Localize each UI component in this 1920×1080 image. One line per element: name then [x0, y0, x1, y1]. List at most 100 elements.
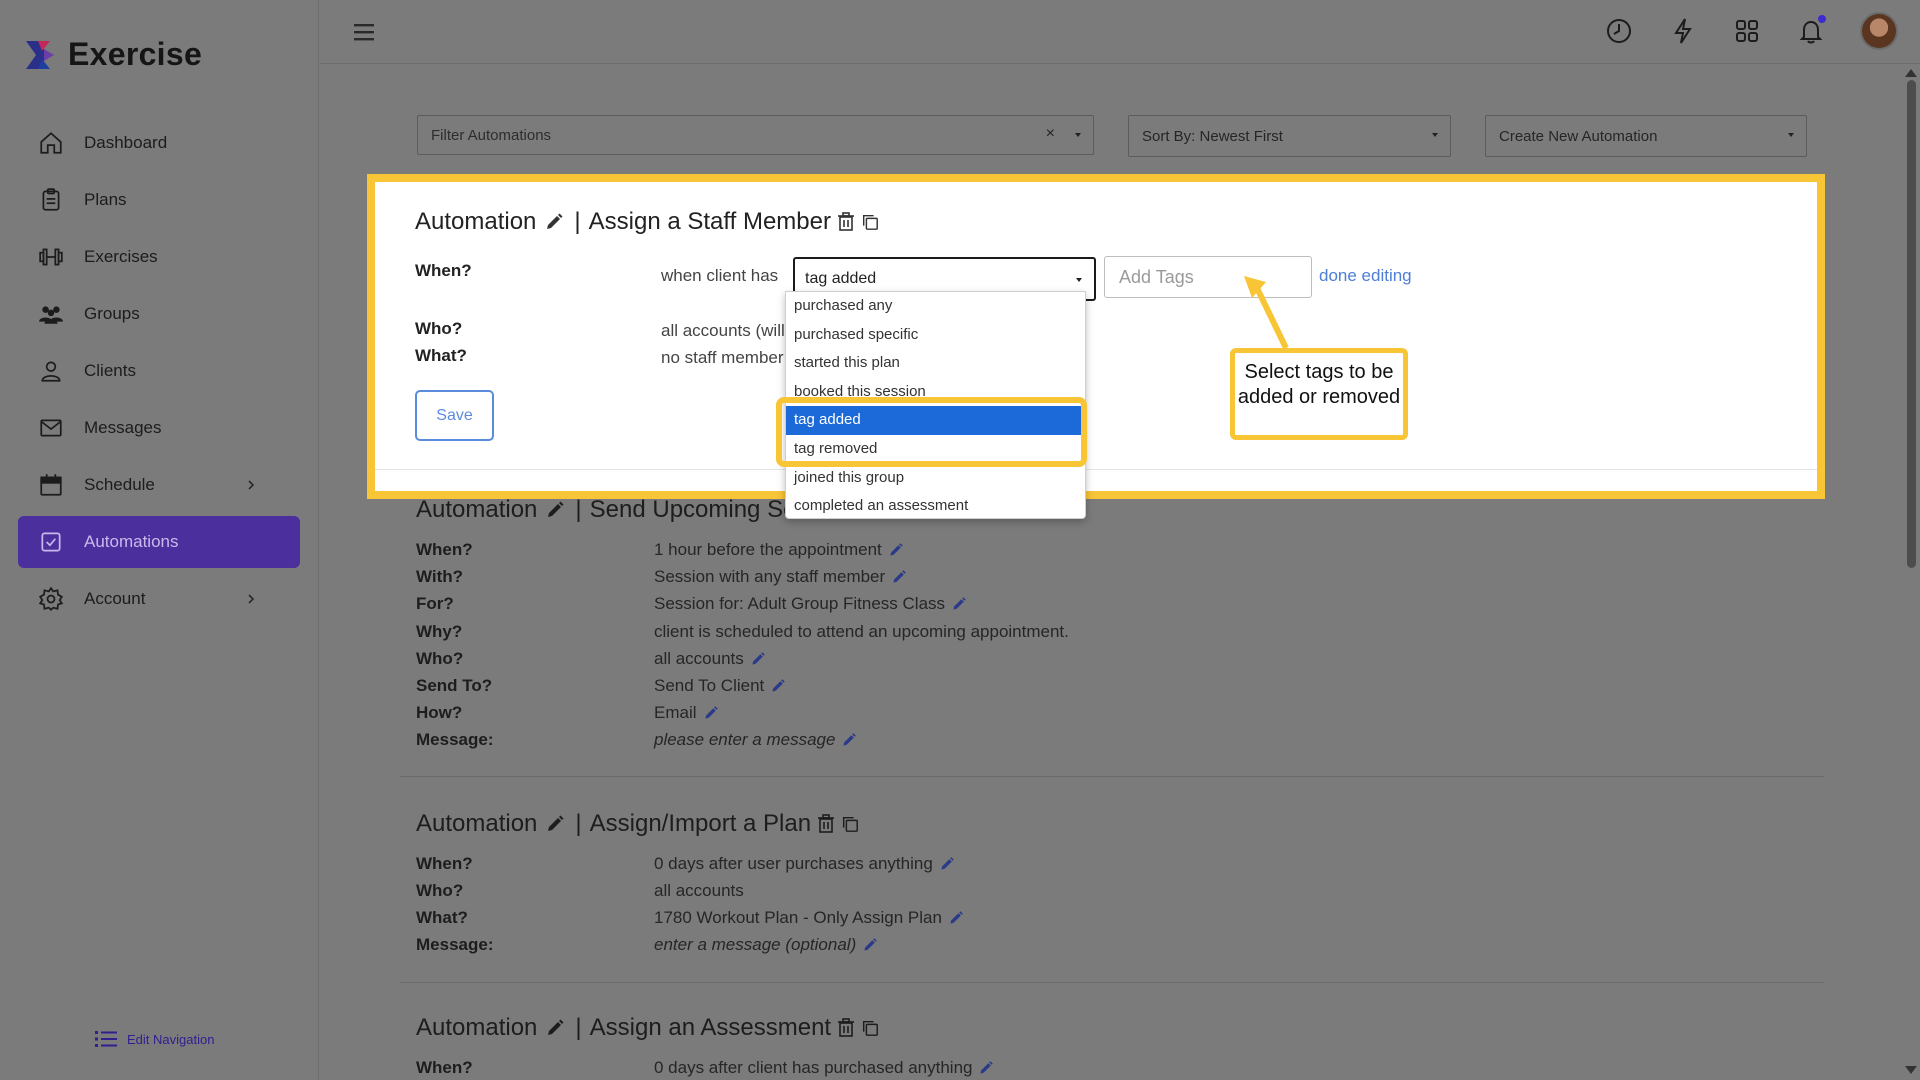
app-logo[interactable]: Exercise — [24, 36, 202, 73]
trash-icon[interactable] — [817, 814, 835, 834]
automation-row: Who?all accounts — [416, 881, 744, 901]
notifications-button[interactable] — [1796, 16, 1826, 46]
filter-clear-icon[interactable]: × — [1046, 125, 1055, 143]
row-label: When? — [416, 540, 654, 560]
chevron-down-icon — [1788, 133, 1794, 137]
automation-prefix: Automation — [416, 810, 537, 838]
title-separator: | — [575, 1014, 581, 1042]
trigger-option[interactable]: completed an assessment — [786, 492, 1085, 519]
trigger-option[interactable]: joined this group — [786, 464, 1085, 493]
apps-grid-icon[interactable] — [1732, 16, 1762, 46]
row-value-text: client is scheduled to attend an upcomin… — [654, 622, 1069, 642]
pencil-icon[interactable] — [862, 937, 878, 953]
automation-row: For?Session for: Adult Group Fitness Cla… — [416, 594, 967, 614]
row-value-text: 1 hour before the appointment — [654, 540, 882, 560]
list-icon — [95, 1030, 117, 1048]
row-label: Send To? — [416, 676, 654, 696]
copy-icon[interactable] — [861, 212, 879, 232]
pencil-icon[interactable] — [948, 910, 964, 926]
row-value-text: enter a message (optional) — [654, 935, 856, 955]
automation-prefix: Automation — [416, 496, 537, 524]
pencil-icon[interactable] — [939, 856, 955, 872]
automation-title: Automation | Assign a Staff Member — [415, 208, 879, 236]
sidebar-item-clients[interactable]: Clients — [18, 345, 300, 397]
save-button[interactable]: Save — [415, 390, 494, 441]
trash-icon[interactable] — [837, 1018, 855, 1038]
pencil-icon[interactable] — [888, 542, 904, 558]
automation-row: With?Session with any staff member — [416, 567, 907, 587]
app-name: Exercise — [68, 36, 202, 73]
scroll-up-arrow[interactable] — [1905, 69, 1917, 77]
edit-navigation-link[interactable]: Edit Navigation — [95, 1030, 214, 1048]
groups-icon — [38, 301, 64, 327]
scroll-down-arrow[interactable] — [1905, 1066, 1917, 1074]
sidebar-item-dashboard[interactable]: Dashboard — [18, 117, 300, 169]
automation-row: How?Email — [416, 703, 719, 723]
automation-row: Message:enter a message (optional) — [416, 935, 878, 955]
chevron-down-icon — [1075, 133, 1081, 137]
clock-icon[interactable] — [1604, 16, 1634, 46]
user-avatar[interactable] — [1860, 12, 1898, 50]
row-label: Who? — [416, 649, 654, 669]
row-value-text: please enter a message — [654, 730, 835, 750]
copy-icon[interactable] — [841, 814, 859, 834]
pencil-icon[interactable] — [978, 1060, 994, 1076]
pencil-icon[interactable] — [545, 814, 565, 834]
row-label: For? — [416, 594, 654, 614]
sidebar-item-exercises[interactable]: Exercises — [18, 231, 300, 283]
row-label: How? — [416, 703, 654, 723]
automation-row: Who?all accounts — [416, 649, 766, 669]
what-value: no staff member — [661, 348, 791, 368]
done-editing-link[interactable]: done editing — [1319, 266, 1412, 286]
chevron-right-icon — [244, 475, 258, 495]
callout-tooltip: Select tags to be added or removed — [1230, 348, 1408, 440]
filter-automations-input[interactable]: Filter Automations × — [417, 115, 1094, 155]
pencil-icon[interactable] — [544, 212, 564, 232]
pencil-icon[interactable] — [703, 705, 719, 721]
top-bar — [320, 0, 1920, 64]
dumbbell-icon — [38, 244, 64, 270]
sidebar-item-account[interactable]: Account — [18, 573, 300, 625]
pencil-icon[interactable] — [545, 500, 565, 520]
pencil-icon[interactable] — [750, 651, 766, 667]
logo-icon — [24, 37, 56, 73]
row-label: Message: — [416, 935, 654, 955]
user-icon — [38, 358, 64, 384]
row-value: Session for: Adult Group Fitness Class — [654, 594, 967, 614]
row-value: client is scheduled to attend an upcomin… — [654, 622, 1069, 642]
row-label: Message: — [416, 730, 654, 750]
pencil-icon[interactable] — [891, 569, 907, 585]
row-label: With? — [416, 567, 654, 587]
lightning-icon[interactable] — [1668, 16, 1698, 46]
sort-select[interactable]: Sort By: Newest First — [1128, 115, 1451, 157]
checkbox-icon — [38, 529, 64, 555]
pencil-icon[interactable] — [770, 678, 786, 694]
create-automation-label: Create New Automation — [1499, 128, 1657, 145]
sidebar-item-automations[interactable]: Automations — [18, 516, 300, 568]
trigger-option[interactable]: purchased any — [786, 292, 1085, 321]
row-value-text: Email — [654, 703, 697, 723]
row-value-text: all accounts — [654, 881, 744, 901]
pencil-icon[interactable] — [841, 732, 857, 748]
pencil-icon[interactable] — [951, 596, 967, 612]
sidebar-item-plans[interactable]: Plans — [18, 174, 300, 226]
automation-row: What?1780 Workout Plan - Only Assign Pla… — [416, 908, 964, 928]
filter-placeholder: Filter Automations — [431, 127, 551, 144]
sidebar-item-messages[interactable]: Messages — [18, 402, 300, 454]
card-divider — [400, 982, 1824, 983]
scrollbar-thumb[interactable] — [1907, 80, 1916, 568]
row-value: 0 days after client has purchased anythi… — [654, 1058, 994, 1078]
sidebar-item-schedule[interactable]: Schedule — [18, 459, 300, 511]
chevron-down-icon — [1076, 278, 1082, 282]
pencil-icon[interactable] — [545, 1018, 565, 1038]
copy-icon[interactable] — [861, 1018, 879, 1038]
sidebar-item-groups[interactable]: Groups — [18, 288, 300, 340]
trigger-option[interactable]: purchased specific — [786, 321, 1085, 350]
trigger-option[interactable]: started this plan — [786, 349, 1085, 378]
trigger-selected-value: tag added — [805, 270, 876, 288]
create-automation-select[interactable]: Create New Automation — [1485, 115, 1807, 157]
sidebar: Exercise Dashboard Plans Exercises Group… — [0, 0, 319, 1080]
hamburger-menu-icon[interactable] — [352, 20, 378, 44]
trash-icon[interactable] — [837, 212, 855, 232]
row-label: Why? — [416, 622, 654, 642]
